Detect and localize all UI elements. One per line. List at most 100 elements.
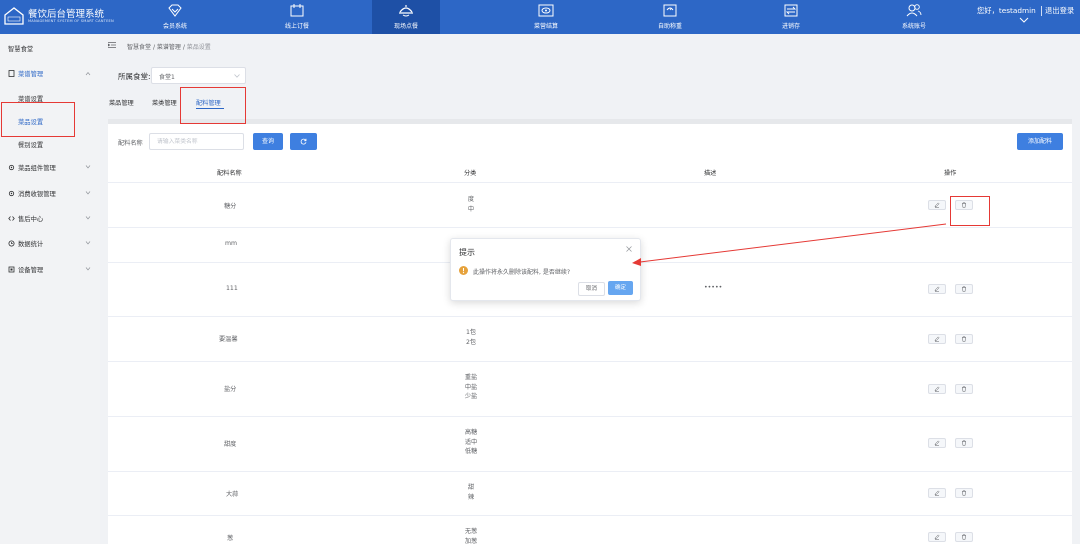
cell-category: 无葱 加葱 xyxy=(464,528,478,544)
search-button[interactable]: 查询 xyxy=(253,133,283,150)
app-title: 餐饮后台管理系统 xyxy=(28,9,105,20)
refresh-icon xyxy=(300,138,307,145)
edit-button[interactable] xyxy=(928,284,946,294)
nav-settlement[interactable]: 菜营结算 xyxy=(497,0,595,34)
nav-member-system[interactable]: 会员系统 xyxy=(126,0,224,34)
tray-icon xyxy=(399,5,413,17)
sidebar-group-recipe[interactable]: 菜谱管理 xyxy=(8,69,43,78)
cell-description: ••••• xyxy=(704,284,723,291)
tab-ingredient-management[interactable]: 配料管理 xyxy=(196,98,221,107)
canteen-select-value: 食堂1 xyxy=(159,74,175,81)
cell-category: 重盐 中盐 少盐 xyxy=(464,374,478,400)
delete-button[interactable] xyxy=(955,200,973,210)
breadcrumb-item[interactable]: 智慧食堂 xyxy=(127,44,151,51)
chevron-down-icon xyxy=(234,74,240,78)
exchange-icon xyxy=(784,4,798,17)
nav-inventory[interactable]: 进销存 xyxy=(742,0,840,34)
menu-fold-icon[interactable] xyxy=(108,42,116,48)
cell-name: 盐分 xyxy=(224,386,237,393)
delete-button[interactable] xyxy=(955,488,973,498)
chevron-down-icon[interactable] xyxy=(1019,16,1029,24)
sidebar-item-meal-settings[interactable]: 餐别设置 xyxy=(18,140,43,149)
tab-dish-management[interactable]: 菜品管理 xyxy=(109,98,134,107)
delete-button[interactable] xyxy=(955,384,973,394)
reset-button[interactable] xyxy=(290,133,317,150)
edit-icon xyxy=(934,336,940,342)
chevron-down-icon[interactable] xyxy=(85,240,91,245)
canteen-select[interactable]: 食堂1 xyxy=(151,67,246,84)
trash-icon xyxy=(962,286,966,292)
user-greeting[interactable]: 您好，testadmin xyxy=(977,6,1036,16)
delete-button[interactable] xyxy=(955,532,973,542)
trash-icon xyxy=(962,490,966,496)
cell-name: mm xyxy=(225,240,238,247)
chevron-down-icon[interactable] xyxy=(85,190,91,195)
sidebar-group-label: 数据统计 xyxy=(18,241,44,248)
sidebar-group-cashier[interactable]: 消费收银管理 xyxy=(8,189,56,198)
edit-button[interactable] xyxy=(928,438,946,448)
dialog-message: 此操作将永久删除该配料, 是否继续? xyxy=(473,269,570,276)
logout-link[interactable]: 退出登录 xyxy=(1041,6,1074,16)
chevron-down-icon[interactable] xyxy=(85,164,91,169)
tab-active-indicator xyxy=(196,108,224,109)
delete-button[interactable] xyxy=(955,438,973,448)
sidebar-item-recipe-settings[interactable]: 菜谱设置 xyxy=(18,94,43,103)
sidebar-group-label: 菜谱管理 xyxy=(18,71,44,78)
cell-category: 高糖 适中 低糖 xyxy=(464,429,478,455)
breadcrumb: 智慧食堂 / 菜谱管理 / 菜品设置 xyxy=(127,44,211,51)
calendar-icon xyxy=(290,4,304,17)
gear-icon xyxy=(8,190,15,197)
edit-button[interactable] xyxy=(928,488,946,498)
nav-online-order[interactable]: 线上订餐 xyxy=(248,0,346,34)
tab-category-management[interactable]: 菜类管理 xyxy=(152,98,177,107)
confirm-button[interactable]: 确定 xyxy=(608,281,633,295)
top-navbar: 餐饮后台管理系统 MANAGEMENT SYSTEM OF SMART CANT… xyxy=(0,0,1080,34)
nav-label: 菜营结算 xyxy=(533,23,558,30)
nav-label: 会员系统 xyxy=(162,23,187,30)
device-icon xyxy=(8,266,15,273)
nav-label: 现场点餐 xyxy=(393,23,418,30)
delete-button[interactable] xyxy=(955,284,973,294)
sidebar-group-after-sales[interactable]: 售后中心 xyxy=(8,214,43,223)
close-icon[interactable] xyxy=(626,246,632,252)
cell-name: 111 xyxy=(226,285,238,292)
diamond-icon xyxy=(168,4,182,17)
sidebar-group-dish-components[interactable]: 菜品组件管理 xyxy=(8,163,56,172)
add-ingredient-button[interactable]: 添加配料 xyxy=(1017,133,1063,150)
logo-icon xyxy=(4,7,24,25)
chevron-down-icon[interactable] xyxy=(85,266,91,271)
ingredient-name-input[interactable] xyxy=(150,134,243,149)
sidebar-group-devices[interactable]: 设备管理 xyxy=(8,265,43,274)
ingredient-name-field[interactable] xyxy=(149,133,244,150)
sidebar-group-label: 消费收银管理 xyxy=(18,191,56,198)
users-icon xyxy=(906,4,922,17)
dialog-title: 提示 xyxy=(459,248,475,257)
edit-button[interactable] xyxy=(928,200,946,210)
chevron-down-icon[interactable] xyxy=(85,215,91,220)
column-header-description: 描述 xyxy=(704,170,717,177)
sidebar-head: 智慧食堂 xyxy=(8,46,34,53)
nav-self-weigh[interactable]: 自助称重 xyxy=(621,0,719,34)
cell-name: 葱 xyxy=(227,535,234,542)
cell-name: 要温馨 xyxy=(219,336,238,343)
sidebar-group-statistics[interactable]: 数据统计 xyxy=(8,239,43,248)
nav-label: 进销存 xyxy=(781,23,800,30)
edit-button[interactable] xyxy=(928,334,946,344)
nav-onsite-order[interactable]: 现场点餐 xyxy=(372,0,440,34)
nav-system-account[interactable]: 系统账号 xyxy=(865,0,963,34)
document-icon xyxy=(8,70,15,77)
breadcrumb-item[interactable]: 菜谱管理 xyxy=(157,44,181,51)
sidebar-group-label: 菜品组件管理 xyxy=(18,165,56,172)
sidebar-item-dish-settings[interactable]: 菜品设置 xyxy=(18,117,43,126)
edit-icon xyxy=(934,440,940,446)
edit-button[interactable] xyxy=(928,384,946,394)
trash-icon xyxy=(962,534,966,540)
cancel-button[interactable]: 取消 xyxy=(578,282,605,296)
cell-category: 1包 2包 xyxy=(465,329,477,346)
edit-button[interactable] xyxy=(928,532,946,542)
trash-icon xyxy=(962,386,966,392)
chevron-up-icon[interactable] xyxy=(85,71,91,76)
eye-screen-icon xyxy=(538,4,554,17)
trash-icon xyxy=(962,336,966,342)
delete-button[interactable] xyxy=(955,334,973,344)
